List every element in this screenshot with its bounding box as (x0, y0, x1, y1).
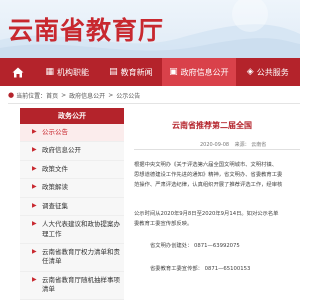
article-source: 云南省 (251, 142, 267, 148)
sidebar-item-label: 调查征集 (42, 201, 68, 210)
sidebar-item-label: 政府信息公开 (42, 146, 81, 155)
article-paragraph: 根据中央文明办《关于评选第六届全国文明城市、文明村镇、 思想道德建设工作先进的通… (134, 160, 300, 190)
sidebar-item-label: 人大代表建议和政协提案办理工作 (42, 220, 120, 238)
nav-item-news[interactable]: ▤ 教育新闻 (100, 58, 163, 86)
arrow-right-icon: ▶ (32, 146, 37, 154)
breadcrumb-home[interactable]: 首页 (46, 91, 58, 100)
paragraph-line: 根据中央文明办《关于评选第六届全国文明城市、文明村镇、 (134, 162, 278, 168)
nav-home[interactable] (0, 58, 35, 86)
sidebar-item-policy-interpretation[interactable]: ▶ 政策解读 (20, 179, 124, 198)
divider (8, 103, 300, 104)
sidebar-item-label: 公示公告 (42, 128, 68, 136)
sidebar-item-label: 政策文件 (42, 164, 68, 173)
sidebar-item-sampling-list[interactable]: ▶ 云南省教育厅随机抽样事项清单 (20, 271, 124, 300)
sidebar-item-gov-info[interactable]: ▶ 政府信息公开 (20, 142, 124, 161)
contact-line: 省委教育工委宣传部： 0871—65100153 (150, 266, 251, 272)
document-icon: ▣ (169, 67, 178, 77)
building-icon: ▦ (45, 67, 54, 77)
article-source-label: 来源： (234, 142, 250, 148)
nav-item-label: 机构职能 (57, 67, 89, 77)
breadcrumb-separator: > (108, 91, 114, 99)
breadcrumb-gov-info[interactable]: 政府信息公开 (69, 91, 105, 100)
newspaper-icon: ▤ (109, 67, 118, 77)
article-paragraph: 公示时间从2020年9月8日至2020年9月14日。如对公示名单 委教育工委宣传… (134, 209, 300, 229)
breadcrumb: ● 当前位置： 首页 > 政府信息公开 > 公示公告 (8, 88, 140, 102)
sidebar-item-surveys[interactable]: ▶ 调查征集 (20, 197, 124, 217)
contact-line: 省文明办创建处： 0871—63992075 (150, 243, 240, 249)
nav-item-label: 教育新闻 (120, 67, 153, 77)
breadcrumb-prefix: 当前位置： (16, 92, 47, 100)
paragraph-line: 范操作、严肃评选纪律，认真组织开展了推荐评选工作，经审核 (134, 182, 283, 188)
main-nav: ▦ 机构职能 ▤ 教育新闻 ▣ 政府信息公开 ◈ 公共服务 (0, 58, 300, 86)
arrow-right-icon: ▶ (32, 128, 37, 135)
article-title: 云南省推荐第二届全国 (172, 121, 252, 130)
sidebar-item-proposals[interactable]: ▶ 人大代表建议和政协提案办理工作 (20, 216, 124, 244)
nav-item-institution[interactable]: ▦ 机构职能 (35, 58, 100, 86)
nav-item-gov-info[interactable]: ▣ 政府信息公开 (162, 58, 236, 86)
article-date: 2020-09-08 (200, 142, 230, 148)
paragraph-line: 委教育工委宣传部反映。 (134, 221, 193, 227)
arrow-right-icon: ▶ (32, 201, 37, 209)
home-icon (12, 67, 23, 77)
site-title[interactable]: 云南省教育厅 (8, 11, 164, 47)
sidebar-item-label: 政策解读 (42, 183, 68, 192)
sidebar: 政务公开 ▶ 公示公告 ▶ 政府信息公开 ▶ 政策文件 ▶ 政策解读 ▶ 调查征… (20, 108, 124, 300)
sidebar-item-announcements[interactable]: ▶ 公示公告 (20, 124, 124, 143)
sidebar-heading: 政务公开 (20, 108, 124, 124)
breadcrumb-announcements[interactable]: 公示公告 (116, 91, 140, 100)
arrow-right-icon: ▶ (32, 183, 37, 191)
arrow-right-icon: ▶ (32, 220, 37, 228)
sidebar-item-power-list[interactable]: ▶ 云南省教育厅权力清单和责任清单 (20, 243, 124, 272)
divider (134, 149, 300, 150)
arrow-right-icon: ▶ (32, 164, 37, 172)
arrow-right-icon: ▶ (32, 275, 37, 283)
service-icon: ◈ (246, 67, 254, 77)
site-banner: 云南省教育厅 (0, 0, 300, 58)
paragraph-line: 思想道德建设工作先进的通知》精神，省文明办、省委教育工委 (134, 172, 283, 178)
sidebar-item-label: 云南省教育厅权力清单和责任清单 (42, 247, 120, 266)
paragraph-line: 公示时间从2020年9月8日至2020年9月14日。如对公示名单 (134, 211, 279, 217)
article-meta: 2020-09-08 来源： 云南省 (200, 141, 266, 148)
nav-item-public-service[interactable]: ◈ 公共服务 (236, 58, 301, 86)
arrow-right-icon: ▶ (32, 247, 37, 255)
breadcrumb-separator: > (61, 91, 67, 99)
nav-item-label: 政府信息公开 (180, 67, 229, 77)
location-icon: ● (8, 91, 15, 99)
sidebar-item-policy-docs[interactable]: ▶ 政策文件 (20, 160, 124, 180)
sidebar-item-label: 云南省教育厅随机抽样事项清单 (42, 275, 120, 294)
nav-item-label: 公共服务 (256, 67, 289, 77)
